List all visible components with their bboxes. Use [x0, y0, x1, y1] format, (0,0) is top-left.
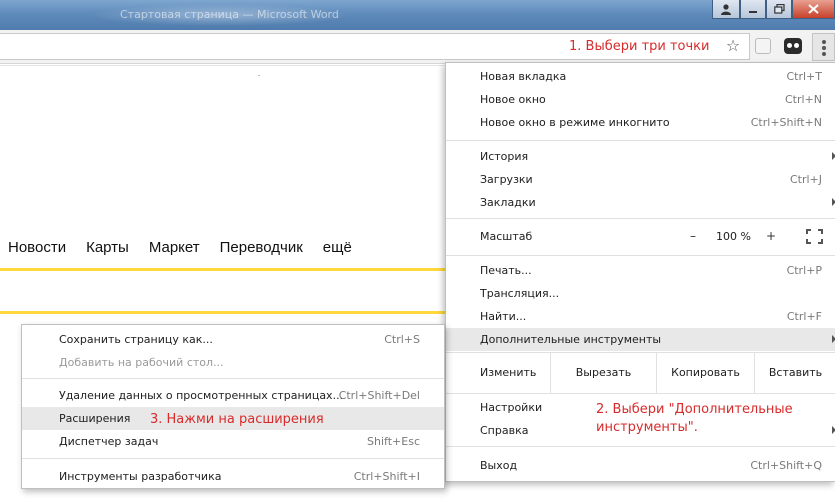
page-top-border — [0, 65, 445, 66]
search-border-bottom — [0, 311, 445, 314]
window-title: Стартовая страница — Microsoft Word — [120, 8, 339, 21]
menu-item-cast[interactable]: Трансляция... — [446, 282, 835, 305]
submenu-separator — [22, 378, 444, 379]
copy-button[interactable]: Копировать — [656, 353, 754, 393]
menu-item-find[interactable]: Найти... Ctrl+F — [446, 305, 835, 328]
minimize-icon — [749, 11, 757, 13]
browser-toolbar — [0, 30, 835, 64]
search-border-top — [0, 268, 445, 271]
submenu-item-dev-tools[interactable]: Инструменты разработчика Ctrl+Shift+I — [22, 465, 444, 488]
menu-item-downloads[interactable]: Загрузки Ctrl+J — [446, 168, 835, 191]
submenu-item-clear-data[interactable]: Удаление данных о просмотренных страница… — [22, 384, 444, 407]
extension-icon[interactable] — [755, 38, 771, 54]
menu-separator — [446, 446, 835, 447]
extension-icon[interactable] — [784, 38, 802, 54]
submenu-item-task-manager[interactable]: Диспетчер задач Shift+Esc — [22, 430, 444, 453]
menu-item-zoom: Масштаб – 100 % + — [446, 225, 835, 248]
more-tools-submenu: Сохранить страницу как... Ctrl+S Добавит… — [21, 324, 445, 489]
menu-separator — [446, 393, 835, 394]
paste-button[interactable]: Вставить — [754, 353, 835, 393]
nav-link-market[interactable]: Маркет — [149, 239, 200, 256]
window-titlebar: Стартовая страница — Microsoft Word — [0, 0, 835, 30]
submenu-item-add-to-desktop: Добавить на рабочий стол... — [59, 356, 224, 369]
nav-link-translator[interactable]: Переводчик — [220, 239, 303, 256]
cut-button[interactable]: Вырезать — [550, 353, 656, 393]
user-button[interactable] — [712, 0, 740, 19]
close-icon — [808, 4, 819, 14]
menu-item-more-tools[interactable]: Дополнительные инструменты — [446, 328, 835, 351]
annotation-step-3: 3. Нажми на расширения — [150, 412, 324, 427]
menu-edit-row: Изменить Вырезать Копировать Вставить — [446, 353, 835, 393]
zoom-out-button[interactable]: – — [690, 229, 696, 243]
submenu-item-save-page[interactable]: Сохранить страницу как... Ctrl+S — [22, 328, 444, 351]
menu-item-new-tab[interactable]: Новая вкладка Ctrl+T — [446, 65, 835, 88]
menu-separator — [446, 218, 835, 219]
menu-item-bookmarks[interactable]: Закладки — [446, 191, 835, 214]
service-nav: Новости Карты Маркет Переводчик ещё — [8, 239, 352, 256]
minimize-button[interactable] — [740, 0, 766, 19]
star-icon[interactable]: ☆ — [724, 36, 742, 56]
annotation-step-2: 2. Выбери "Дополнительные инструменты". — [596, 402, 793, 435]
nav-link-maps[interactable]: Карты — [86, 239, 129, 256]
menu-separator — [446, 140, 835, 141]
zoom-value: 100 % — [716, 230, 751, 243]
fullscreen-icon[interactable] — [806, 229, 823, 244]
menu-separator — [446, 255, 835, 256]
annotation-step-1: 1. Выбери три точки — [569, 39, 710, 54]
menu-item-incognito[interactable]: Новое окно в режиме инкогнито Ctrl+Shift… — [446, 111, 835, 134]
user-icon — [721, 3, 731, 15]
close-button[interactable] — [792, 0, 835, 19]
menu-item-print[interactable]: Печать... Ctrl+P — [446, 259, 835, 282]
submenu-separator — [22, 458, 444, 459]
restore-button[interactable] — [766, 0, 792, 19]
menu-item-exit[interactable]: Выход Ctrl+Shift+Q — [446, 454, 835, 477]
restore-icon — [773, 4, 785, 14]
zoom-in-button[interactable]: + — [766, 229, 776, 243]
menu-item-new-window[interactable]: Новое окно Ctrl+N — [446, 88, 835, 111]
page-dot — [258, 75, 260, 76]
menu-dots-icon[interactable] — [812, 33, 835, 61]
nav-link-news[interactable]: Новости — [8, 239, 66, 256]
menu-item-history[interactable]: История — [446, 145, 835, 168]
nav-link-more[interactable]: ещё — [323, 239, 352, 256]
